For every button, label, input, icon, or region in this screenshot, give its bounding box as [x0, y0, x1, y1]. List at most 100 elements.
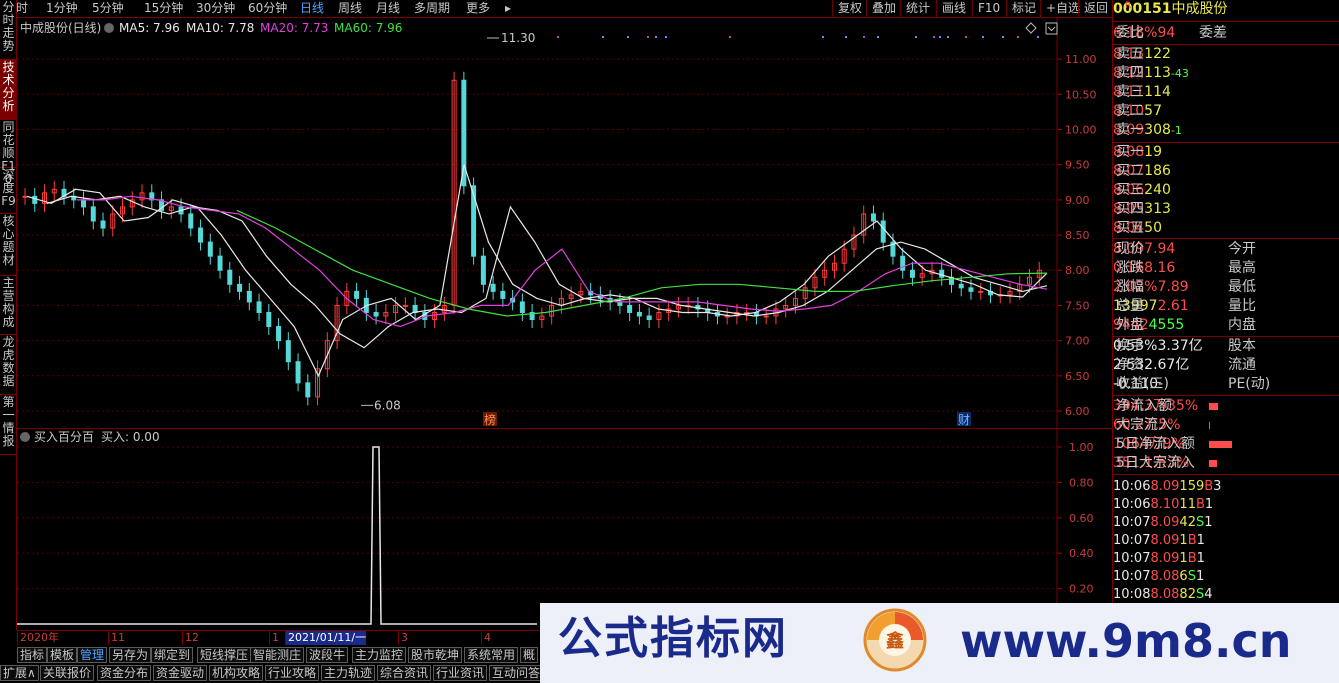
signal-dot: [933, 36, 935, 38]
info-tab-1[interactable]: 关联报价: [40, 665, 95, 681]
tick-volume: 42: [1179, 515, 1196, 530]
candle-body: [909, 269, 915, 278]
period-tab-9[interactable]: 多周期: [414, 0, 450, 18]
tick-side: S: [1195, 515, 1205, 530]
left-nav-item-2[interactable]: 同花顺F10: [0, 120, 17, 186]
r-badge: R: [1125, 1, 1132, 11]
period-tab-4[interactable]: 30分钟: [196, 0, 235, 18]
indicator-svg[interactable]: 买入百分百 买入: 0.00 1.00 0.80 0.60 0.40 0.20: [17, 429, 1112, 631]
period-tab-8[interactable]: 月线: [376, 0, 400, 18]
left-nav-item-7[interactable]: 第一情报: [0, 395, 17, 455]
tick-volume: 1: [1179, 551, 1188, 566]
price-tick-label: 11.00: [1065, 53, 1097, 66]
indicator-tab-1[interactable]: 模板: [47, 647, 78, 663]
event-marker-label[interactable]: 榜: [484, 412, 496, 427]
toolbar-btn-1[interactable]: 叠加: [866, 0, 896, 18]
toolbar-btn-3[interactable]: 画线: [936, 0, 966, 18]
indicator-tab-6[interactable]: 智能测庄: [250, 647, 305, 663]
period-tab-7[interactable]: 周线: [338, 0, 362, 18]
candle-body: [402, 304, 408, 307]
candle-body: [968, 287, 974, 292]
bid-label: 买一: [1116, 144, 1144, 160]
sub-indicator-chart[interactable]: 买入百分百 买入: 0.00 1.00 0.80 0.60 0.40 0.20: [17, 428, 1112, 631]
stat-label: 收益(三): [1116, 376, 1169, 392]
indicator-tab-9[interactable]: 股市乾坤: [408, 647, 463, 663]
info-tab-6[interactable]: 主力轨迹: [321, 665, 376, 681]
left-nav-item-6[interactable]: 龙虎数据: [0, 335, 17, 395]
flow-row: 5日净流入额 1064万9%: [1113, 435, 1339, 454]
info-tab-4[interactable]: 机构攻略: [209, 665, 264, 681]
tick-volume: 11: [1179, 497, 1196, 512]
indicator-tab-11[interactable]: 概: [520, 647, 539, 663]
candle-body: [646, 315, 652, 321]
info-tab-9[interactable]: 互动问答: [489, 665, 544, 681]
tick-count: 3: [1213, 479, 1222, 494]
ask-row: 卖一 8.09308-1: [1113, 121, 1339, 140]
indicator-tabs: 指标 模板 管理 另存为 绑定到 短线撑压 智能测庄 波段牛 主力监控 股市乾坤 系统常用概: [0, 646, 540, 664]
left-nav-item-5[interactable]: 主营构成: [0, 276, 17, 335]
left-nav-item-3[interactable]: 深度F9: [0, 168, 17, 214]
bid-label: 买二: [1116, 163, 1144, 179]
stock-code: 000151: [1113, 1, 1172, 17]
logo-glyph: 鑫: [885, 630, 904, 652]
separator: [1113, 474, 1339, 475]
period-tab-1[interactable]: 1分钟: [46, 0, 78, 18]
toolbar-btn-5[interactable]: 标记: [1006, 0, 1036, 18]
info-tab-3[interactable]: 资金驱动: [153, 665, 208, 681]
bid-label: 买五: [1116, 220, 1144, 236]
tick-row: 10:078.086S1: [1113, 567, 1339, 586]
toolbar-btn-7[interactable]: 返回: [1078, 0, 1108, 18]
info-tab-5[interactable]: 行业攻略: [265, 665, 320, 681]
more-arrow-icon[interactable]: ▸: [505, 0, 511, 18]
info-tab-0[interactable]: 扩展∧: [0, 665, 39, 681]
period-tab-10[interactable]: 更多: [466, 0, 490, 18]
period-tab-2[interactable]: 5分钟: [92, 0, 124, 18]
info-tab-7[interactable]: 综合资讯: [377, 665, 432, 681]
flow-label: 净流入额: [1116, 398, 1172, 414]
panel-toggle-icon[interactable]: [1045, 22, 1058, 35]
candle-body: [217, 255, 223, 271]
main-kline-chart[interactable]: 11.00 10.50 10.00 9.50 9.00 8.50 8.00 7.50 7.00 6…: [17, 18, 1112, 428]
event-marker-label[interactable]: 财: [958, 413, 970, 427]
candle-body: [519, 301, 525, 313]
indicator-tab-8[interactable]: 主力监控: [352, 647, 407, 663]
left-nav-item-4[interactable]: 核心题材: [0, 214, 17, 276]
tick-time: 10:07: [1113, 515, 1151, 530]
ask-volume: 308: [1144, 122, 1171, 138]
date-label-3: 1: [269, 631, 279, 645]
stat2-row: 净资 2.53 流通 2.67亿: [1113, 356, 1339, 375]
left-nav-item-1[interactable]: 技术分析: [0, 60, 17, 120]
date-label-4[interactable]: 2021/01/11/一: [285, 631, 367, 645]
indicator-tab-3[interactable]: 另存为: [109, 647, 152, 663]
price-tick-label: 6.50: [1065, 370, 1090, 383]
settings-dropdown-icon[interactable]: [104, 23, 114, 33]
candle-body: [285, 340, 291, 363]
period-tab-5[interactable]: 60分钟: [248, 0, 287, 18]
indicator-tab-7[interactable]: 波段牛: [306, 647, 349, 663]
toolbar-btn-4[interactable]: F10: [972, 0, 1000, 18]
info-tab-2[interactable]: 资金分布: [97, 665, 152, 681]
indicator-tab-5[interactable]: 短线撑压: [197, 647, 252, 663]
toolbar-btn-0[interactable]: 复权: [832, 0, 862, 18]
toolbar-btn-6[interactable]: +自选: [1040, 0, 1080, 18]
indicator-tab-0[interactable]: 指标: [17, 647, 48, 663]
candle-body: [870, 213, 876, 222]
period-tab-3[interactable]: 15分钟: [144, 0, 183, 18]
settings-dropdown-icon[interactable]: [20, 432, 30, 442]
indicator-tab-4[interactable]: 绑定到: [151, 647, 194, 663]
indicator-tab-10[interactable]: 系统常用: [464, 647, 519, 663]
stat-value: 7.94: [1144, 241, 1176, 257]
indicator-tab-2[interactable]: 管理: [77, 647, 108, 663]
diamond-icon[interactable]: [1025, 22, 1037, 34]
stat-label: 股本: [1228, 338, 1256, 354]
kline-svg[interactable]: 11.00 10.50 10.00 9.50 9.00 8.50 8.00 7.50 7.00 6…: [17, 18, 1112, 428]
tick-side: S: [1195, 587, 1205, 602]
chevron-down-icon[interactable]: [1047, 26, 1056, 32]
info-tab-8[interactable]: 行业资讯: [433, 665, 488, 681]
stat-row: 总量 13997 量比 2.61: [1113, 297, 1339, 316]
left-nav-item-0[interactable]: 分时走势: [0, 0, 17, 60]
stat-label: 量比: [1228, 298, 1256, 314]
sub-tick-label: 0.80: [1069, 476, 1094, 489]
toolbar-btn-2[interactable]: 统计: [900, 0, 930, 18]
period-tab-6[interactable]: 日线: [300, 0, 324, 18]
